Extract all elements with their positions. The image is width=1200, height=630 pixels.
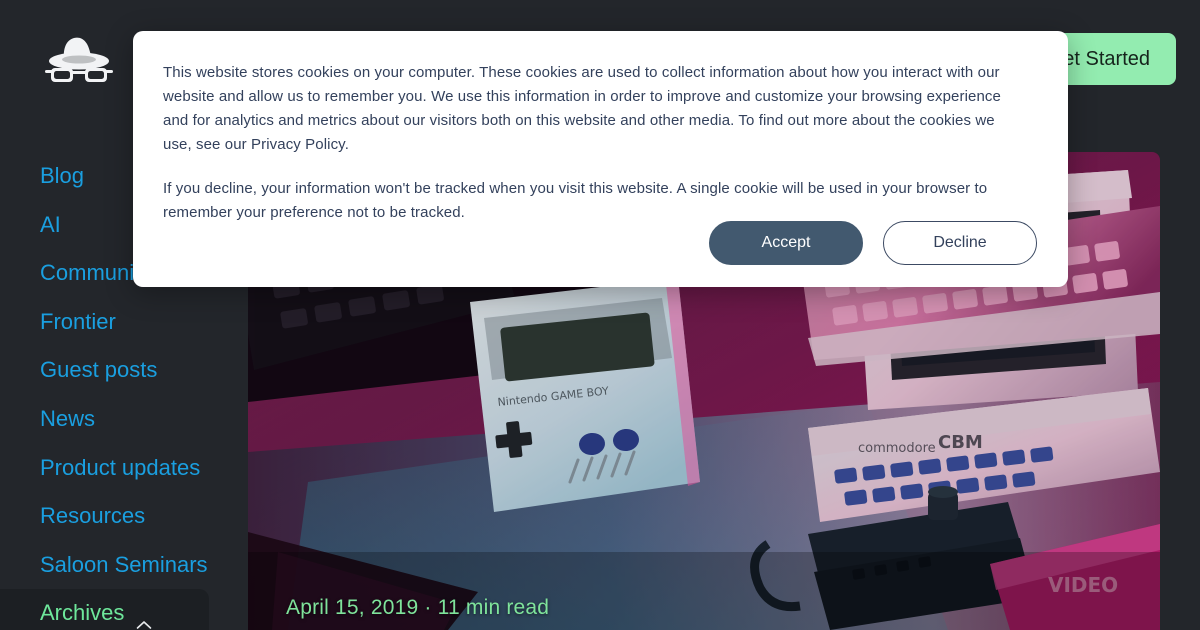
cookie-actions: Accept Decline: [709, 221, 1037, 265]
cowboy-hat-sunglasses-icon: [40, 30, 118, 88]
page-root: Cowboy Get Started Blog AI Communication…: [0, 0, 1200, 630]
article-meta: April 15, 2019 · 11 min read: [286, 596, 550, 619]
cookie-paragraph-1: This website stores cookies on your comp…: [163, 61, 1026, 157]
accept-cookies-button[interactable]: Accept: [709, 221, 863, 265]
sidebar-item-frontier[interactable]: Frontier: [0, 298, 248, 347]
sidebar-item-news[interactable]: News: [0, 395, 248, 444]
privacy-policy-link[interactable]: Privacy Policy: [251, 136, 345, 153]
cookie-paragraph-1-suffix: .: [344, 136, 349, 153]
cookie-paragraph-2: If you decline, your information won't b…: [163, 180, 988, 221]
sidebar-item-product-updates[interactable]: Product updates: [0, 444, 248, 493]
sidebar-item-saloon-seminars[interactable]: Saloon Seminars: [0, 541, 248, 590]
sidebar-item-guest-posts[interactable]: Guest posts: [0, 346, 248, 395]
chevron-up-icon: [136, 609, 152, 629]
sidebar-item-archives[interactable]: Archives: [0, 589, 209, 630]
sidebar-item-resources[interactable]: Resources: [0, 492, 248, 541]
decline-cookies-button[interactable]: Decline: [883, 221, 1037, 265]
sidebar-item-label: Archives: [40, 600, 125, 626]
cookie-consent-dialog: This website stores cookies on your comp…: [133, 31, 1068, 287]
